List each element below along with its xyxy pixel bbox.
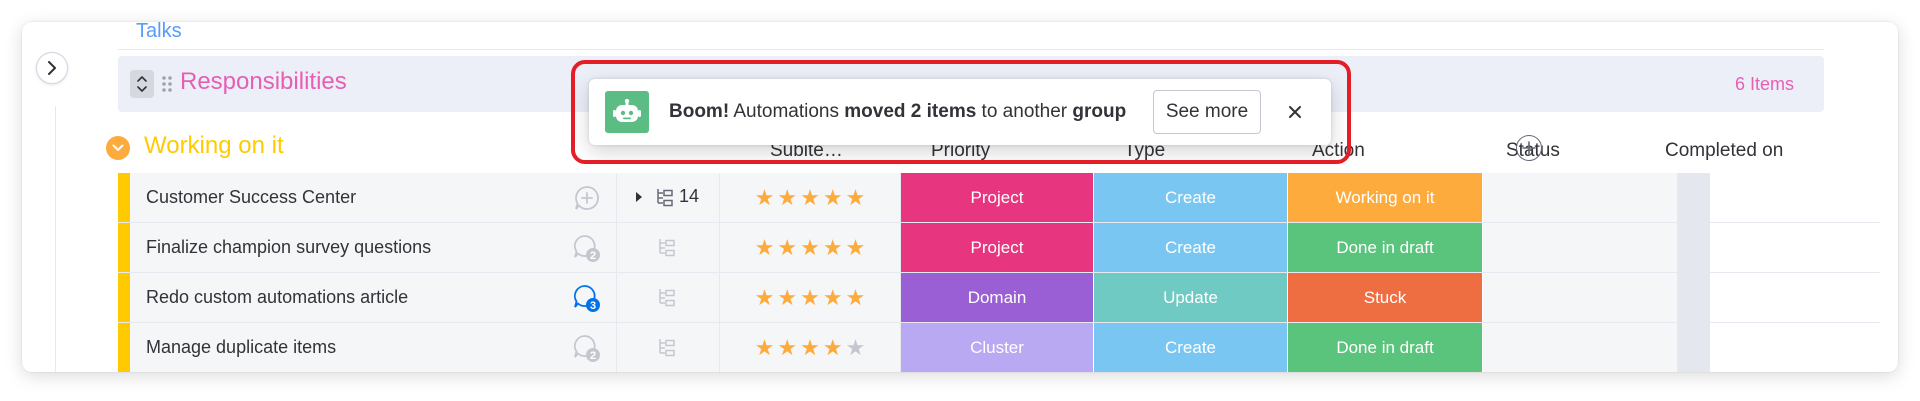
drag-handle-icon[interactable] — [160, 70, 174, 98]
item-name[interactable]: Finalize champion survey questions — [146, 237, 431, 258]
left-guide-line — [55, 106, 56, 372]
priority-rating[interactable]: ★ ★ ★ ★ ★ — [720, 323, 901, 372]
priority-rating[interactable]: ★ ★ ★ ★ ★ — [720, 173, 901, 222]
expand-collapse-button[interactable] — [130, 70, 154, 98]
conversation-icon[interactable]: 2 — [572, 333, 602, 363]
status-pill[interactable]: Stuck — [1288, 273, 1483, 322]
table-row[interactable]: Finalize champion survey questions 2 ★ ★ ★… — [118, 223, 1880, 273]
star-icon[interactable]: ★ — [846, 236, 866, 259]
row-group-color-bar — [118, 223, 130, 272]
column-header-completed-on[interactable]: Completed on — [1665, 140, 1783, 162]
expand-collapse-icon — [137, 76, 147, 92]
subitems-cell[interactable]: 14 — [617, 173, 720, 222]
type-pill[interactable]: Cluster — [901, 323, 1094, 372]
action-pill[interactable]: Create — [1094, 323, 1288, 372]
star-icon[interactable]: ★ — [755, 286, 775, 309]
action-pill[interactable]: Update — [1094, 273, 1288, 322]
completed-on-cell[interactable] — [1483, 273, 1678, 322]
subitems-cell[interactable] — [617, 323, 720, 372]
items-table: Customer Success Center 14 ★ ★ ★ ★ ★ Pro… — [118, 173, 1880, 372]
type-pill[interactable]: Project — [901, 223, 1094, 272]
table-row[interactable]: Manage duplicate items 2 ★★★★★ Clust — [118, 323, 1880, 372]
subitems-cell[interactable] — [617, 273, 720, 322]
action-pill[interactable]: Create — [1094, 173, 1288, 222]
update-count-badge: 2 — [590, 350, 596, 362]
item-name-cell[interactable]: Finalize champion survey questions 2 — [130, 223, 617, 272]
row-end-cell — [1678, 323, 1710, 372]
type-pill[interactable]: Project — [901, 173, 1094, 222]
conversation-icon[interactable]: 2 — [572, 233, 602, 263]
priority-rating[interactable]: ★ ★ ★ ★ ★ — [720, 273, 901, 322]
priority-rating[interactable]: ★ ★ ★ ★ ★ — [720, 223, 901, 272]
row-group-color-bar — [118, 273, 130, 322]
caret-right-icon[interactable] — [635, 192, 643, 202]
item-name-cell[interactable]: Customer Success Center — [130, 173, 617, 222]
add-column-button[interactable] — [1516, 135, 1542, 161]
conversation-icon[interactable]: 3 — [572, 283, 602, 313]
row-end-cell — [1678, 173, 1710, 222]
completed-on-cell[interactable] — [1483, 223, 1678, 272]
table-row[interactable]: Redo custom automations article 3 ★ ★ ★ ★ ★ — [118, 273, 1880, 323]
completed-on-cell[interactable] — [1483, 173, 1678, 222]
group-collapse-button[interactable] — [106, 136, 130, 160]
type-pill[interactable]: Domain — [901, 273, 1094, 322]
star-icon[interactable]: ★ — [823, 186, 843, 209]
status-pill[interactable]: Done in draft — [1288, 323, 1483, 372]
collapse-sidebar-button[interactable] — [36, 52, 68, 84]
table-row[interactable]: Customer Success Center 14 ★ ★ ★ ★ ★ Pro… — [118, 173, 1880, 223]
item-name[interactable]: Redo custom automations article — [146, 287, 408, 308]
star-icon[interactable]: ★ — [755, 186, 775, 209]
star-icon[interactable]: ★ — [846, 186, 866, 209]
plus-icon — [1522, 141, 1536, 155]
subitems-count: 14 — [679, 186, 700, 206]
group-title-working-on-it[interactable]: Working on it — [144, 132, 284, 160]
star-icon[interactable]: ★ — [823, 286, 843, 309]
star-icon[interactable]: ★ — [777, 186, 797, 209]
completed-on-cell[interactable] — [1483, 323, 1678, 372]
star-icon[interactable]: ★ — [777, 236, 797, 259]
star-icon[interactable]: ★ — [800, 186, 820, 209]
item-name[interactable]: Manage duplicate items — [146, 337, 336, 358]
subitems-icon[interactable] — [657, 237, 677, 257]
action-pill[interactable]: Create — [1094, 223, 1288, 272]
previous-group-row[interactable]: Talks — [118, 22, 1824, 50]
star-icon[interactable]: ★ — [755, 236, 775, 259]
status-pill[interactable]: Working on it — [1288, 173, 1483, 222]
board-window: Talks Responsibilities 6 Items Working o… — [22, 22, 1898, 372]
star-icon[interactable]: ★ — [823, 336, 843, 359]
star-icon[interactable]: ★ — [800, 236, 820, 259]
board: Talks Responsibilities 6 Items Working o… — [22, 22, 1898, 372]
chevron-down-icon — [112, 144, 124, 151]
status-pill[interactable]: Done in draft — [1288, 223, 1483, 272]
star-icon[interactable]: ★ — [800, 286, 820, 309]
row-group-color-bar — [118, 173, 130, 222]
item-name-cell[interactable]: Manage duplicate items 2 — [130, 323, 617, 372]
update-count-badge: 2 — [590, 250, 596, 262]
chevron-right-icon — [48, 61, 56, 75]
row-group-color-bar — [118, 323, 130, 372]
star-icon[interactable]: ★ — [800, 336, 820, 359]
subitems-cell[interactable] — [617, 223, 720, 272]
subitems-icon — [657, 189, 673, 207]
previous-group-label: Talks — [136, 22, 182, 42]
star-icon[interactable]: ★ — [777, 286, 797, 309]
update-count-badge: 3 — [590, 300, 596, 312]
star-icon[interactable]: ★ — [755, 336, 775, 359]
row-end-cell — [1678, 273, 1710, 322]
subitems-icon[interactable] — [657, 287, 677, 307]
star-icon[interactable]: ★ — [823, 236, 843, 259]
star-icon[interactable]: ★ — [846, 336, 866, 359]
subitems-icon[interactable] — [657, 337, 677, 357]
group-item-count: 6 Items — [1734, 74, 1794, 94]
item-name[interactable]: Customer Success Center — [146, 187, 356, 208]
group-title-responsibilities[interactable]: Responsibilities — [180, 68, 347, 96]
add-update-icon[interactable] — [572, 183, 602, 213]
row-end-cell — [1678, 223, 1710, 272]
highlight-annotation — [571, 60, 1351, 164]
star-icon[interactable]: ★ — [777, 336, 797, 359]
star-icon[interactable]: ★ — [846, 286, 866, 309]
item-name-cell[interactable]: Redo custom automations article 3 — [130, 273, 617, 322]
